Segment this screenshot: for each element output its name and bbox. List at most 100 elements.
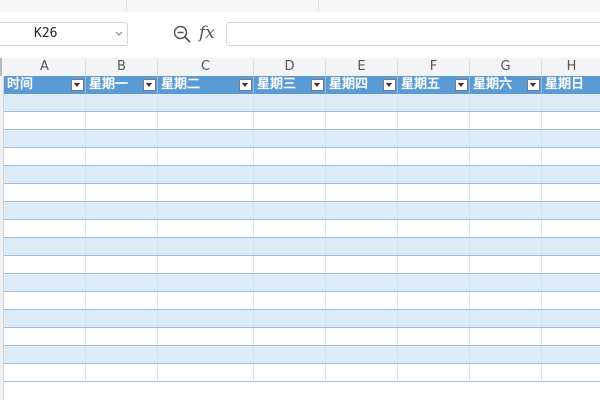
table-cell[interactable]: [4, 202, 86, 219]
table-cell[interactable]: [398, 166, 470, 183]
table-cell[interactable]: [254, 94, 326, 111]
table-cell[interactable]: [158, 112, 254, 129]
table-cell[interactable]: [542, 94, 600, 111]
select-all-corner[interactable]: [0, 58, 2, 76]
table-cell[interactable]: [254, 184, 326, 201]
table-cell[interactable]: [326, 94, 398, 111]
filter-dropdown-icon[interactable]: [143, 79, 156, 91]
column-header-a[interactable]: A: [4, 58, 86, 76]
filter-dropdown-icon[interactable]: [527, 79, 540, 91]
table-cell[interactable]: [4, 346, 86, 363]
table-cell[interactable]: [158, 166, 254, 183]
table-cell[interactable]: [158, 310, 254, 327]
table-cell[interactable]: [470, 346, 542, 363]
table-cell[interactable]: [398, 220, 470, 237]
table-cell[interactable]: [398, 328, 470, 345]
table-cell[interactable]: [86, 292, 158, 309]
name-box-value[interactable]: K26: [34, 26, 57, 41]
table-cell[interactable]: [158, 346, 254, 363]
table-cell[interactable]: [86, 310, 158, 327]
table-cell[interactable]: [398, 94, 470, 111]
table-cell[interactable]: [254, 364, 326, 381]
filter-dropdown-icon[interactable]: [71, 79, 84, 91]
table-cell[interactable]: [470, 292, 542, 309]
table-cell[interactable]: [86, 112, 158, 129]
table-cell[interactable]: [4, 238, 86, 255]
table-cell[interactable]: [254, 130, 326, 147]
table-cell[interactable]: [326, 238, 398, 255]
table-cell[interactable]: [158, 238, 254, 255]
table-cell[interactable]: [542, 346, 600, 363]
table-cell[interactable]: [542, 112, 600, 129]
table-cell[interactable]: [4, 166, 86, 183]
table-cell[interactable]: [470, 94, 542, 111]
table-cell[interactable]: [86, 94, 158, 111]
table-cell[interactable]: [86, 184, 158, 201]
table-cell[interactable]: [254, 310, 326, 327]
table-cell[interactable]: [4, 364, 86, 381]
table-cell[interactable]: [542, 274, 600, 291]
formula-input[interactable]: [226, 22, 600, 46]
table-cell[interactable]: [254, 238, 326, 255]
column-header-c[interactable]: C: [158, 58, 254, 76]
table-cell[interactable]: [398, 256, 470, 273]
column-header-g[interactable]: G: [470, 58, 542, 76]
table-cell[interactable]: [398, 310, 470, 327]
table-cell[interactable]: [470, 364, 542, 381]
table-cell[interactable]: [86, 238, 158, 255]
chevron-down-icon[interactable]: [115, 30, 123, 38]
table-cell[interactable]: [4, 94, 86, 111]
table-cell[interactable]: [326, 328, 398, 345]
table-cell[interactable]: [398, 202, 470, 219]
filter-dropdown-icon[interactable]: [239, 79, 252, 91]
table-cell[interactable]: [158, 220, 254, 237]
table-cell[interactable]: [158, 130, 254, 147]
table-cell[interactable]: [254, 328, 326, 345]
table-cell[interactable]: [254, 220, 326, 237]
table-cell[interactable]: [158, 94, 254, 111]
table-cell[interactable]: [542, 202, 600, 219]
table-cell[interactable]: [326, 202, 398, 219]
table-cell[interactable]: [326, 130, 398, 147]
filter-dropdown-icon[interactable]: [311, 79, 324, 91]
table-cell[interactable]: [470, 310, 542, 327]
column-header-h[interactable]: H: [542, 58, 600, 76]
table-cell[interactable]: [4, 310, 86, 327]
column-header-d[interactable]: D: [254, 58, 326, 76]
table-cell[interactable]: [158, 328, 254, 345]
table-cell[interactable]: [254, 274, 326, 291]
table-cell[interactable]: [4, 130, 86, 147]
table-cell[interactable]: [86, 256, 158, 273]
table-cell[interactable]: [4, 292, 86, 309]
table-cell[interactable]: [4, 256, 86, 273]
table-cell[interactable]: [326, 274, 398, 291]
table-cell[interactable]: [4, 220, 86, 237]
table-cell[interactable]: [158, 256, 254, 273]
table-cell[interactable]: [326, 292, 398, 309]
table-cell[interactable]: [158, 148, 254, 165]
table-cell[interactable]: [470, 256, 542, 273]
table-cell[interactable]: [86, 346, 158, 363]
column-header-e[interactable]: E: [326, 58, 398, 76]
table-cell[interactable]: [326, 112, 398, 129]
table-cell[interactable]: [86, 328, 158, 345]
table-cell[interactable]: [470, 274, 542, 291]
table-cell[interactable]: [158, 292, 254, 309]
table-cell[interactable]: [470, 220, 542, 237]
table-cell[interactable]: [542, 166, 600, 183]
table-cell[interactable]: [542, 256, 600, 273]
table-cell[interactable]: [326, 148, 398, 165]
filter-dropdown-icon[interactable]: [455, 79, 468, 91]
table-cell[interactable]: [398, 364, 470, 381]
table-cell[interactable]: [254, 166, 326, 183]
table-cell[interactable]: [86, 274, 158, 291]
table-cell[interactable]: [542, 238, 600, 255]
table-header-cell[interactable]: 星期日: [542, 76, 600, 94]
table-cell[interactable]: [470, 328, 542, 345]
table-cell[interactable]: [542, 292, 600, 309]
table-cell[interactable]: [4, 184, 86, 201]
table-cell[interactable]: [326, 166, 398, 183]
table-cell[interactable]: [542, 310, 600, 327]
table-cell[interactable]: [542, 148, 600, 165]
table-cell[interactable]: [86, 202, 158, 219]
